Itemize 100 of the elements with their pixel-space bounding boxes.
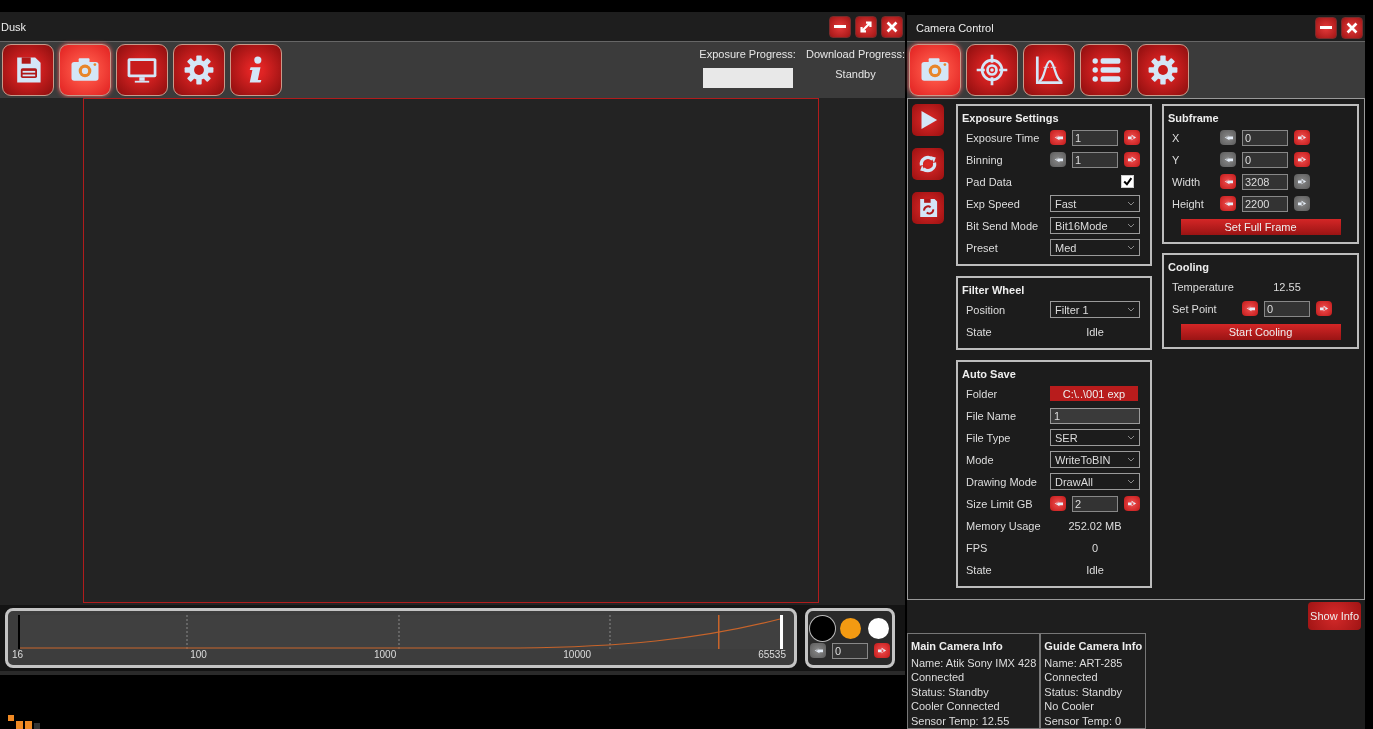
close-button[interactable]	[881, 15, 903, 38]
info-line: Status: Standby	[1044, 684, 1123, 699]
dropdown[interactable]: DrawAll	[1050, 473, 1140, 491]
info-title: Main Camera Info	[911, 638, 1004, 654]
text-field[interactable]: 1	[1050, 407, 1140, 424]
info-line: Status: Standby	[911, 684, 990, 699]
chevron-icon	[1127, 479, 1135, 485]
info-line: Connected	[1044, 670, 1099, 685]
field-label: Folder	[966, 387, 999, 400]
monitor-button[interactable]	[116, 44, 168, 96]
camera-button[interactable]	[909, 43, 961, 96]
number-field[interactable]: 0	[1242, 129, 1288, 146]
right-arrow-icon	[876, 646, 888, 655]
chevron-icon	[1127, 435, 1135, 441]
camera-button[interactable]	[59, 44, 111, 96]
increment-button[interactable]	[1124, 152, 1140, 168]
increment-button[interactable]	[1294, 152, 1310, 168]
chevron-icon	[1127, 307, 1135, 313]
minimize-button[interactable]	[1315, 16, 1337, 39]
checkbox[interactable]	[1121, 175, 1134, 189]
field-label: Exp Speed	[966, 197, 1021, 210]
channel-button[interactable]	[839, 617, 861, 639]
increment-button[interactable]	[1294, 130, 1310, 146]
right-arrow-icon	[1318, 304, 1330, 314]
number-field[interactable]: 2200	[1242, 195, 1288, 212]
progress-label: Download Progress:	[805, 48, 905, 60]
number-field[interactable]: 1	[1072, 151, 1118, 168]
panel-title: Cooling	[1168, 259, 1210, 275]
number-field[interactable]: 0	[1264, 300, 1310, 317]
minimize-button[interactable]	[829, 15, 851, 38]
field-label: Width	[1172, 175, 1202, 188]
minimize-icon	[834, 25, 846, 28]
increment-button[interactable]	[1124, 496, 1140, 512]
info-line: Sensor Temp: 0	[1044, 713, 1123, 728]
show-info-button[interactable]: Show Info	[1308, 601, 1361, 630]
increment-button[interactable]	[874, 643, 890, 658]
dropdown[interactable]: Bit16Mode	[1050, 217, 1140, 235]
dropdown[interactable]: SER	[1050, 429, 1140, 447]
field-label: Height	[1172, 197, 1205, 210]
field-label: State	[966, 563, 993, 576]
refresh-button[interactable]	[912, 147, 944, 180]
window-title: Camera Control	[915, 21, 994, 34]
folder-button[interactable]: C:\..\001 exp	[1050, 386, 1138, 402]
target-button[interactable]	[966, 43, 1018, 96]
decrement-button[interactable]	[1220, 174, 1236, 190]
dropdown[interactable]: Med	[1050, 239, 1140, 257]
increment-button[interactable]	[1124, 130, 1140, 146]
minimize-icon	[1320, 26, 1332, 30]
axis-label: 16	[12, 649, 24, 661]
number-field[interactable]: 3208	[1242, 173, 1288, 190]
progress-label: Exposure Progress:	[699, 48, 796, 60]
number-field[interactable]: 0	[832, 642, 868, 659]
maximize-button[interactable]	[855, 15, 877, 38]
gear-button[interactable]	[173, 44, 225, 96]
field-label: Binning	[966, 153, 1004, 166]
dropdown[interactable]: Fast	[1050, 195, 1140, 213]
number-field[interactable]: 0	[1242, 151, 1288, 168]
info-line: No Cooler	[1044, 699, 1095, 714]
panel-title: Subframe	[1168, 110, 1220, 126]
download-status: Standby	[835, 68, 876, 80]
channel-button[interactable]	[867, 617, 889, 639]
list-button[interactable]	[1080, 43, 1132, 96]
right-arrow-icon	[1296, 177, 1308, 187]
chevron-icon	[1127, 223, 1135, 229]
info-button[interactable]	[230, 44, 282, 96]
field-value: 0	[1090, 541, 1100, 554]
dropdown[interactable]: Filter 1	[1050, 301, 1140, 319]
save-button[interactable]	[2, 44, 54, 96]
right-arrow-icon	[1126, 155, 1138, 165]
panel-title: Filter Wheel	[962, 282, 1026, 298]
decrement-button[interactable]	[1242, 301, 1258, 317]
field-label: Temperature	[1172, 280, 1235, 293]
field-label: Bit Send Mode	[966, 219, 1040, 232]
save-refresh-button[interactable]	[912, 191, 944, 224]
field-value: Idle	[1085, 563, 1105, 576]
field-label: X	[1172, 131, 1181, 144]
decrement-button[interactable]	[1220, 196, 1236, 212]
curve-button[interactable]	[1023, 43, 1075, 96]
field-label: FPS	[966, 541, 989, 554]
field-value: 252.02 MB	[1067, 519, 1123, 532]
gear-button[interactable]	[1137, 43, 1189, 96]
channel-button[interactable]	[811, 617, 833, 639]
number-field[interactable]: 2	[1072, 495, 1118, 512]
field-label: Exposure Time	[966, 131, 1041, 144]
decrement-button[interactable]	[1050, 130, 1066, 146]
number-field[interactable]: 1	[1072, 129, 1118, 146]
field-label: Drawing Mode	[966, 475, 1038, 488]
dropdown[interactable]: WriteToBIN	[1050, 451, 1140, 469]
increment-button[interactable]	[1316, 301, 1332, 317]
action-button[interactable]: Start Cooling	[1180, 324, 1341, 341]
decrement-button[interactable]	[1050, 496, 1066, 512]
action-button[interactable]: Set Full Frame	[1180, 219, 1341, 236]
info-line: Name: ART-285	[1044, 655, 1124, 670]
field-label: Set Point	[1172, 302, 1218, 315]
right-arrow-icon	[1126, 133, 1138, 143]
field-label: Position	[966, 303, 1007, 316]
field-label: Mode	[966, 453, 995, 466]
close-button[interactable]	[1341, 16, 1363, 39]
play-button[interactable]	[912, 103, 944, 136]
info-title: Guide Camera Info	[1044, 638, 1143, 654]
